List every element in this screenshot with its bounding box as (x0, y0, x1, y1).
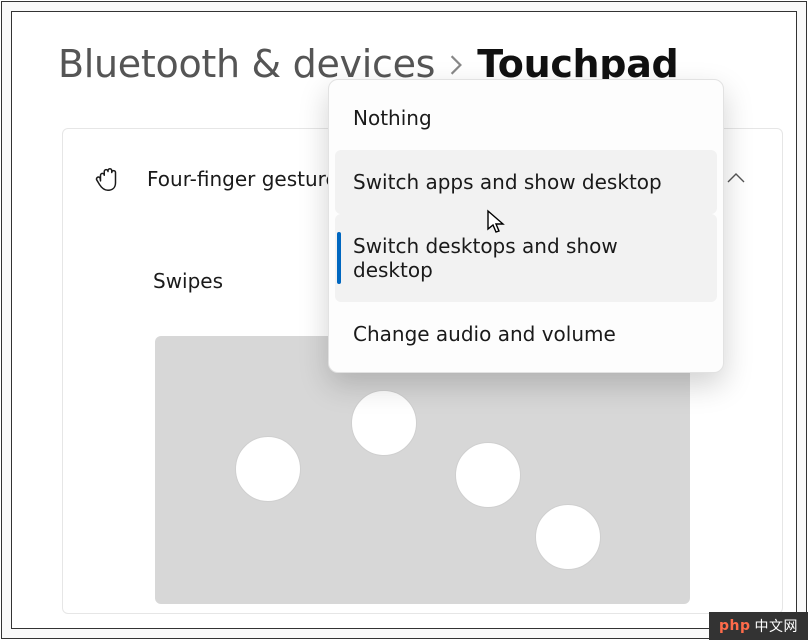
finger-dot (351, 390, 417, 456)
chevron-right-icon (449, 50, 463, 83)
finger-dot (535, 504, 601, 570)
touchpad-preview (155, 336, 690, 604)
dropdown-item-nothing[interactable]: Nothing (335, 86, 717, 150)
swipes-label: Swipes (153, 269, 223, 293)
finger-dot (235, 436, 301, 502)
finger-dot (455, 442, 521, 508)
breadcrumb: Bluetooth & devices Touchpad (12, 12, 796, 86)
hand-icon (93, 164, 123, 194)
swipes-dropdown[interactable]: Nothing Switch apps and show desktop Swi… (328, 79, 724, 373)
watermark-brand: php (719, 618, 751, 634)
cursor-icon (486, 209, 506, 235)
watermark-text: 中文网 (755, 616, 799, 636)
dropdown-item-switch-desktops[interactable]: Switch desktops and show desktop (335, 214, 717, 302)
watermark: php 中文网 (709, 612, 808, 640)
chevron-up-icon[interactable] (726, 170, 744, 188)
dropdown-item-switch-apps[interactable]: Switch apps and show desktop (335, 150, 717, 214)
dropdown-item-audio-volume[interactable]: Change audio and volume (335, 302, 717, 366)
